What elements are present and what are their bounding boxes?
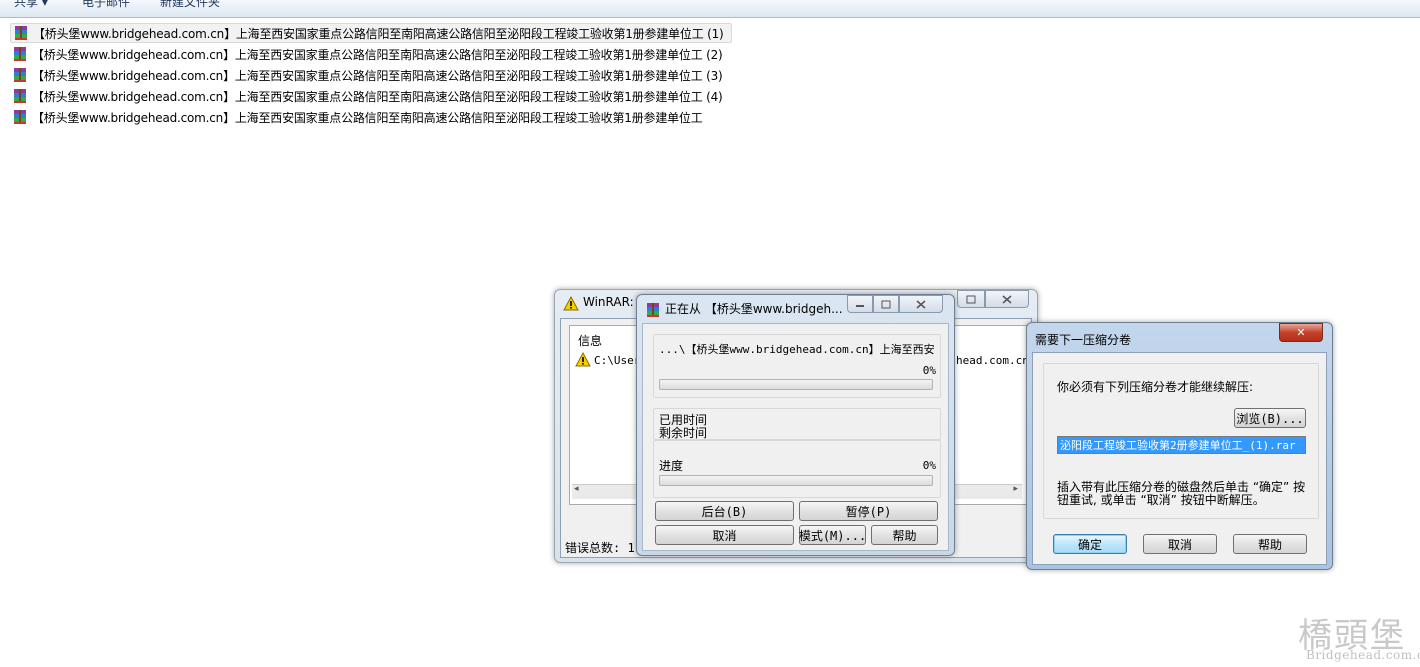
message-path-left: C:\User — [594, 354, 641, 367]
winrar-archive-icon — [14, 68, 26, 82]
error-total: 错误总数: 1 — [565, 541, 635, 555]
scroll-right-icon[interactable]: ▸ — [1013, 484, 1018, 494]
winrar-icon — [647, 303, 659, 317]
minimize-button[interactable] — [847, 295, 873, 313]
file-row[interactable]: 【桥头堡www.bridgehead.com.cn】上海至西安国家重点公路信阳至… — [10, 86, 732, 106]
help-button[interactable]: 帮助 — [871, 525, 938, 545]
current-file-path: ...\【桥头堡www.bridgehead.com.cn】上海至西安国 — [659, 343, 935, 356]
time-group: 已用时间 剩余时间 — [653, 408, 941, 440]
current-file-group: ...\【桥头堡www.bridgehead.com.cn】上海至西安国 0% — [653, 334, 941, 398]
next-volume-dialog: 需要下一压缩分卷 ✕ 你必须有下列压缩分卷才能继续解压: 浏览(B)... 插入… — [1026, 322, 1333, 570]
browse-button[interactable]: 浏览(B)... — [1234, 408, 1306, 428]
help-button[interactable]: 帮助 — [1233, 534, 1307, 554]
file-name: 【桥头堡www.bridgehead.com.cn】上海至西安国家重点公路信阳至… — [32, 68, 723, 83]
ok-button[interactable]: 确定 — [1053, 534, 1127, 554]
volume-group: 你必须有下列压缩分卷才能继续解压: 浏览(B)... 插入带有此压缩分卷的磁盘然… — [1043, 363, 1319, 519]
file-percent: 0% — [922, 364, 936, 377]
minimize-icon — [856, 304, 864, 307]
winrar-archive-icon — [14, 110, 26, 124]
background-button[interactable]: 后台(B) — [655, 501, 794, 521]
dialog-title: 需要下一压缩分卷 — [1035, 333, 1132, 347]
restore-button[interactable] — [957, 290, 985, 308]
file-name: 【桥头堡www.bridgehead.com.cn】上海至西安国家重点公路信阳至… — [32, 110, 703, 125]
explorer-toolbar: 共享 ▾ 电子邮件 新建文件夹 — [0, 0, 1420, 18]
winrar-archive-icon — [14, 47, 26, 61]
watermark-url: Bridgehead.com.cn — [1306, 648, 1420, 662]
scroll-left-icon[interactable]: ◂ — [574, 484, 579, 494]
progress-label: 进度 — [659, 459, 684, 473]
column-header-info[interactable]: 信息 — [578, 332, 602, 349]
warning-icon — [563, 296, 579, 311]
share-menu[interactable]: 共享 ▾ — [14, 0, 48, 10]
total-percent: 0% — [922, 459, 936, 472]
winrar-archive-icon — [15, 26, 27, 40]
winrar-archive-icon — [14, 89, 26, 103]
maximize-button[interactable] — [873, 295, 899, 313]
file-progress-bar — [659, 379, 933, 390]
file-row[interactable]: 【桥头堡www.bridgehead.com.cn】上海至西安国家重点公路信阳至… — [10, 107, 732, 127]
required-volume-message: 你必须有下列压缩分卷才能继续解压: — [1057, 380, 1254, 394]
remaining-time-label: 剩余时间 — [659, 426, 708, 440]
file-row[interactable]: 【桥头堡www.bridgehead.com.cn】上海至西安国家重点公路信阳至… — [10, 65, 732, 85]
close-icon: ✕ — [1296, 326, 1306, 339]
mode-button[interactable]: 模式(M)... — [799, 525, 866, 545]
cancel-button[interactable]: 取消 — [655, 525, 794, 545]
warning-icon — [575, 352, 591, 367]
email-button[interactable]: 电子邮件 — [82, 0, 130, 10]
pause-button[interactable]: 暂停(P) — [799, 501, 938, 521]
close-button[interactable] — [899, 295, 943, 313]
extraction-client-area: ...\【桥头堡www.bridgehead.com.cn】上海至西安国 0% … — [642, 323, 949, 551]
file-name: 【桥头堡www.bridgehead.com.cn】上海至西安国家重点公路信阳至… — [32, 47, 723, 62]
close-button[interactable] — [985, 290, 1029, 308]
close-button[interactable]: ✕ — [1279, 323, 1323, 342]
total-progress-group: 进度 0% — [653, 440, 941, 498]
instruction-line-2: 钮重试, 或单击 “取消” 按钮中断解压。 — [1057, 493, 1265, 507]
total-progress-bar — [659, 475, 933, 486]
close-icon — [1002, 294, 1012, 304]
extraction-window: 正在从 【桥头堡www.bridgeh... ...\【桥头堡www.bridg… — [636, 294, 955, 556]
new-folder-button[interactable]: 新建文件夹 — [160, 0, 220, 10]
restore-icon — [966, 295, 976, 303]
maximize-icon — [881, 300, 891, 308]
dialog-client-area: 你必须有下列压缩分卷才能继续解压: 浏览(B)... 插入带有此压缩分卷的磁盘然… — [1032, 352, 1327, 565]
volume-path-input[interactable] — [1057, 436, 1306, 454]
file-name: 【桥头堡www.bridgehead.com.cn】上海至西安国家重点公路信阳至… — [32, 89, 723, 104]
file-row[interactable]: 【桥头堡www.bridgehead.com.cn】上海至西安国家重点公路信阳至… — [10, 23, 732, 43]
file-name: 【桥头堡www.bridgehead.com.cn】上海至西安国家重点公路信阳至… — [33, 26, 724, 41]
close-icon — [916, 299, 926, 309]
cancel-button[interactable]: 取消 — [1143, 534, 1217, 554]
message-path-right: head.com.cn — [956, 354, 1029, 367]
window-title: 正在从 【桥头堡www.bridgeh... — [665, 302, 843, 316]
window-title: WinRAR: — [583, 295, 634, 309]
file-row[interactable]: 【桥头堡www.bridgehead.com.cn】上海至西安国家重点公路信阳至… — [10, 44, 732, 64]
